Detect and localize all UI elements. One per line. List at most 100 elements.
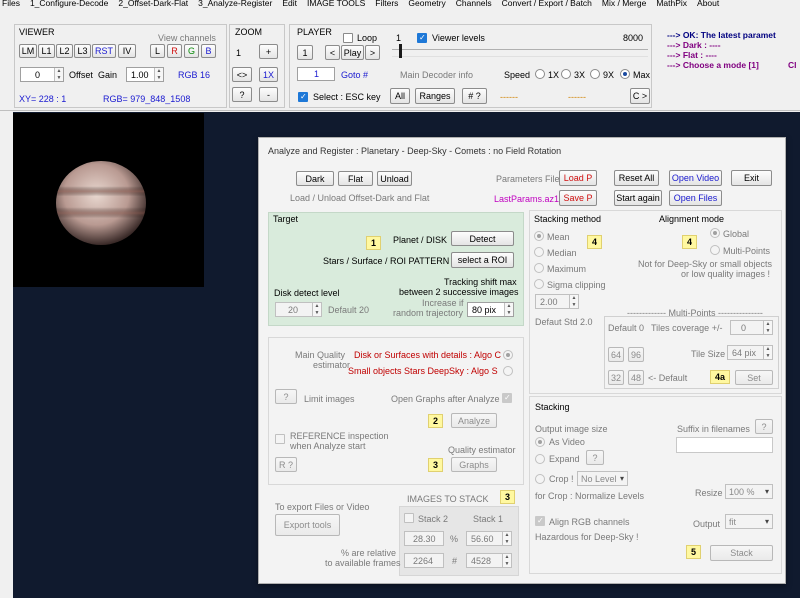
algo-s-radio[interactable] (503, 366, 513, 376)
crop-level-select[interactable]: No Level (577, 471, 628, 486)
reference-checkbox[interactable] (275, 434, 285, 444)
exit-button[interactable]: Exit (731, 170, 772, 186)
expand-radio[interactable] (535, 454, 545, 464)
offset-spin-arrows[interactable]: ▲ ▼ (54, 68, 63, 81)
menu-item-7[interactable]: Geometry (408, 0, 445, 8)
speed-1x-radio[interactable] (535, 69, 545, 79)
menu-item-4[interactable]: Edit (282, 0, 297, 8)
suffix-help-button[interactable]: ? (755, 419, 773, 434)
menu-item-1[interactable]: 1_Configure-Decode (30, 0, 108, 8)
stack-button[interactable]: Stack (710, 545, 773, 561)
speed-9x-radio[interactable] (590, 69, 600, 79)
maximum-radio[interactable] (534, 263, 544, 273)
c-next-button[interactable]: C > (630, 88, 650, 104)
tile-96-button[interactable]: 96 (628, 347, 644, 362)
iv-button[interactable]: IV (118, 44, 136, 58)
gain-spin-arrows[interactable]: ▲ ▼ (154, 68, 163, 81)
channel-l-button[interactable]: L (150, 44, 165, 58)
tiles-coverage-spinbox[interactable]: 0 ▲ ▼ (730, 320, 773, 335)
zoom-help-button[interactable]: ? (232, 87, 252, 102)
play-button[interactable]: Play (341, 45, 364, 60)
menu-item-8[interactable]: Channels (456, 0, 492, 8)
tile-size-spinbox[interactable]: 64 pix ▲ ▼ (727, 345, 773, 360)
menu-item-9[interactable]: Convert / Export / Batch (502, 0, 592, 8)
zoom-1x-button[interactable]: 1X (259, 67, 278, 82)
next-frame-button[interactable]: > (365, 45, 380, 60)
output-select[interactable]: fit (725, 514, 773, 529)
align-rgb-checkbox[interactable] (535, 516, 545, 526)
detect-button[interactable]: Detect (451, 231, 514, 246)
flat-button[interactable]: Flat (338, 171, 373, 186)
resize-select[interactable]: 100 % (725, 484, 773, 499)
as-video-radio[interactable] (535, 437, 545, 447)
tracking-shift-spin-arrows[interactable]: ▲ ▼ (504, 303, 513, 316)
l2-button[interactable]: L2 (56, 44, 73, 58)
tile-64-button[interactable]: 64 (608, 347, 624, 362)
stack-2-count[interactable]: 2264 (404, 553, 444, 568)
zoom-out-button[interactable]: - (259, 87, 278, 102)
channel-g-button[interactable]: G (184, 44, 199, 58)
start-again-button[interactable]: Start again (614, 190, 662, 206)
analyze-button[interactable]: Analyze (451, 413, 497, 428)
menu-item-2[interactable]: 2_Offset-Dark-Flat (118, 0, 188, 8)
select-roi-button[interactable]: select a ROI (451, 252, 514, 268)
prev-frame-button[interactable]: < (325, 45, 340, 60)
stack-1-percent[interactable]: 56.60 ▲ ▼ (466, 531, 512, 546)
l1-button[interactable]: L1 (38, 44, 55, 58)
menu-item-11[interactable]: MathPix (656, 0, 687, 8)
tile-32-button[interactable]: 32 (608, 370, 624, 385)
export-tools-button[interactable]: Export tools (275, 514, 340, 536)
multi-points-radio[interactable] (710, 245, 720, 255)
menu-item-0[interactable]: Files (2, 0, 20, 8)
zoom-fit-button[interactable]: <> (232, 67, 252, 82)
limit-help-button[interactable]: ? (275, 389, 297, 404)
global-radio[interactable] (710, 228, 720, 238)
algo-c-radio[interactable] (503, 350, 513, 360)
menu-item-12[interactable]: About (697, 0, 719, 8)
stack-1-percent-spin[interactable]: ▲ ▼ (502, 532, 511, 545)
channel-b-button[interactable]: B (201, 44, 216, 58)
disk-detect-spin-arrows[interactable]: ▲ ▼ (312, 303, 321, 316)
l3-button[interactable]: L3 (74, 44, 91, 58)
dark-button[interactable]: Dark (296, 171, 334, 186)
ranges-button[interactable]: Ranges (415, 88, 455, 104)
hash-help-button[interactable]: # ? (462, 88, 487, 104)
loop-checkbox[interactable] (343, 33, 353, 43)
tile-48-button[interactable]: 48 (628, 370, 644, 385)
tiles-coverage-spin[interactable]: ▲ ▼ (763, 321, 772, 334)
graphs-button[interactable]: Graphs (451, 457, 497, 472)
tracking-shift-spinbox[interactable]: 80 pix ▲ ▼ (467, 302, 514, 317)
speed-max-radio[interactable] (620, 69, 630, 79)
sigma-clipping-radio[interactable] (534, 279, 544, 289)
expand-help-button[interactable]: ? (586, 450, 604, 465)
frame-slider[interactable] (392, 44, 648, 58)
menu-item-10[interactable]: Mix / Merge (602, 0, 646, 8)
disk-detect-spinbox[interactable]: 20 ▲ ▼ (275, 302, 322, 317)
suffix-input[interactable] (676, 437, 773, 453)
mean-radio[interactable] (534, 231, 544, 241)
save-params-button[interactable]: Save P (559, 190, 597, 206)
stack-1-count[interactable]: 4528 ▲ ▼ (466, 553, 512, 568)
open-files-button[interactable]: Open Files (669, 190, 722, 206)
sigma-spin-arrows[interactable]: ▲ ▼ (569, 295, 578, 308)
speed-3x-radio[interactable] (561, 69, 571, 79)
lm-button[interactable]: LM (19, 44, 37, 58)
open-graphs-checkbox[interactable] (502, 393, 512, 403)
frame-slider-thumb[interactable] (399, 44, 402, 58)
median-radio[interactable] (534, 247, 544, 257)
menu-item-3[interactable]: 3_Analyze-Register (198, 0, 272, 8)
goto-input[interactable]: 1 (297, 67, 335, 81)
viewer-levels-checkbox[interactable] (417, 33, 427, 43)
offset-spinbox[interactable]: 0 ▲ ▼ (20, 67, 64, 82)
all-button[interactable]: All (390, 88, 410, 104)
rst-button[interactable]: RST (92, 44, 116, 58)
channel-r-button[interactable]: R (167, 44, 182, 58)
gain-spinbox[interactable]: 1.00 ▲ ▼ (126, 67, 164, 82)
first-frame-button[interactable]: 1 (297, 45, 313, 60)
reset-all-button[interactable]: Reset All (614, 170, 659, 186)
menu-item-5[interactable]: IMAGE TOOLS (307, 0, 365, 8)
open-video-button[interactable]: Open Video (669, 170, 722, 186)
stack-2-percent[interactable]: 28.30 (404, 531, 444, 546)
sigma-spinbox[interactable]: 2.00 ▲ ▼ (535, 294, 579, 309)
crop-radio[interactable] (535, 474, 545, 484)
